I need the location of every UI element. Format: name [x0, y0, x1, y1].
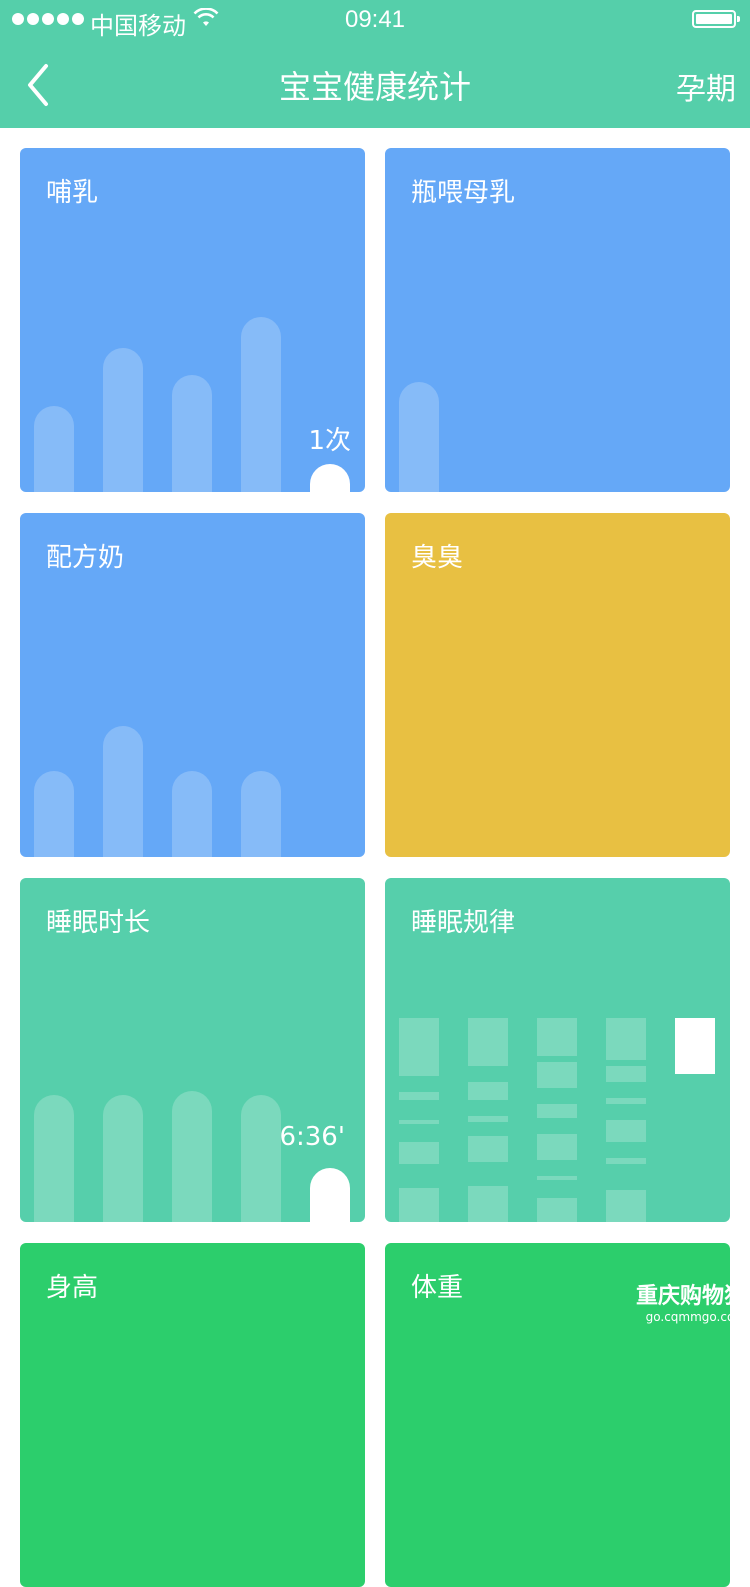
chart-bar [103, 1095, 143, 1222]
sleep-block [606, 1066, 646, 1082]
sleep-block [399, 1120, 439, 1124]
nav-header: 中国移动 09:41 宝宝健康统计 孕期 [0, 0, 750, 128]
card-formula[interactable]: 配方奶 [20, 513, 365, 857]
card-poop[interactable]: 臭臭 [385, 513, 730, 857]
status-bar: 中国移动 09:41 [0, 0, 750, 40]
sleep-block [537, 1018, 577, 1056]
sleep-block [468, 1116, 508, 1122]
chart-bar [103, 726, 143, 857]
sleep-block [606, 1018, 646, 1060]
sleep-block [399, 1092, 439, 1100]
page-title: 宝宝健康统计 [278, 68, 471, 106]
sleep-block [606, 1098, 646, 1104]
card-height[interactable]: 身高 [20, 1243, 365, 1587]
sleep-block [606, 1120, 646, 1142]
sleep-block [468, 1186, 508, 1222]
card-value: 1次 [308, 426, 351, 456]
sleep-block [468, 1136, 508, 1162]
sleep-block [537, 1176, 577, 1180]
chart-bar [241, 771, 281, 857]
chart-bar [103, 348, 143, 492]
card-label: 睡眠时长 [46, 908, 151, 938]
card-label: 哺乳 [46, 178, 99, 208]
watermark-url: go.cqmmgo.com [645, 1310, 746, 1324]
sleep-block [537, 1062, 577, 1088]
sleep-block [399, 1188, 439, 1222]
card-label: 睡眠规律 [411, 908, 516, 938]
card-label: 身高 [46, 1273, 99, 1303]
card-breastfeed[interactable]: 哺乳 1次 [20, 148, 365, 492]
chart-bar [241, 317, 281, 492]
chart-bar [172, 1091, 212, 1222]
sleep-block [537, 1134, 577, 1160]
sleep-block [399, 1018, 439, 1076]
sleep-block [537, 1198, 577, 1222]
card-label: 瓶喂母乳 [411, 178, 516, 208]
sleep-block [537, 1104, 577, 1118]
card-value: 6:36' [279, 1122, 345, 1152]
sleep-block [468, 1082, 508, 1100]
card-label: 配方奶 [46, 543, 125, 573]
pregnancy-button[interactable]: 孕期 [676, 64, 736, 108]
battery-icon [692, 10, 740, 28]
status-time: 09:41 [344, 6, 406, 33]
card-sleep-duration[interactable]: 睡眠时长 6:36' [20, 878, 365, 1222]
card-label: 臭臭 [411, 543, 464, 573]
card-sleep-pattern[interactable]: 睡眠规律 [385, 878, 730, 1222]
sleep-block [399, 1142, 439, 1164]
watermark-text: 重庆购物狂 [635, 1284, 746, 1309]
chart-bar [34, 771, 74, 857]
card-bottle-breastmilk[interactable]: 瓶喂母乳 [385, 148, 730, 492]
sleep-block [606, 1190, 646, 1222]
chart-bar [172, 771, 212, 857]
chart-bar-current [310, 464, 350, 492]
watermark: 重庆购物狂 go.cqmmgo.com [636, 1278, 746, 1324]
sleep-block [606, 1158, 646, 1164]
sleep-block-current [675, 1018, 715, 1074]
chart-bar [172, 375, 212, 492]
chart-bar [241, 1095, 281, 1222]
chart-bar-current [310, 1168, 350, 1222]
card-label: 体重 [411, 1273, 464, 1303]
chart-bar [399, 382, 439, 492]
chart-bar [34, 1095, 74, 1222]
chart-bar [34, 406, 74, 492]
sleep-block [468, 1018, 508, 1066]
